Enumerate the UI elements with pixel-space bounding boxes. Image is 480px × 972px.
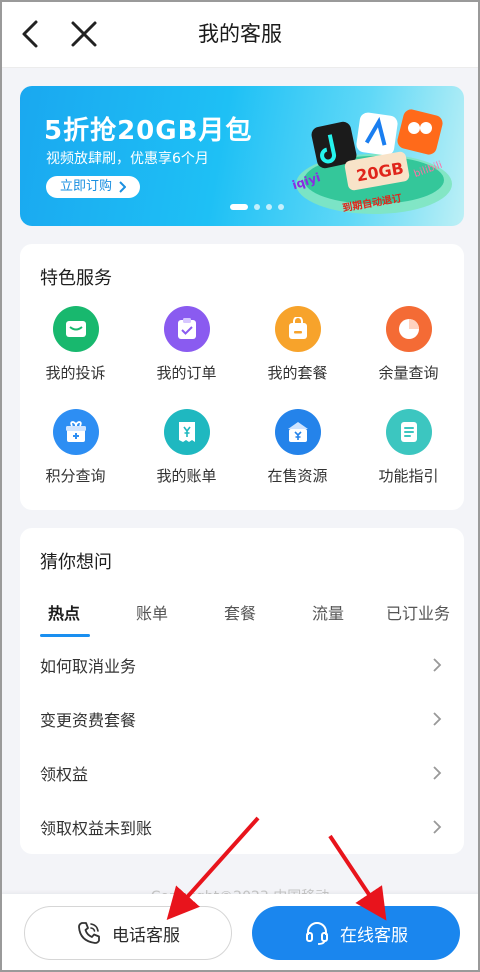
service-label: 功能指引 [378,467,439,485]
service-resources[interactable]: 在售资源 [242,409,353,486]
promo-banner[interactable]: 5折抢20GB月包 视频放肆刷，优惠享6个月 立即订购 20GB iqiyi b… [20,86,464,226]
page-title: 我的客服 [198,22,282,46]
online-service-label: 在线客服 [340,925,408,946]
service-balance[interactable]: 余量查询 [353,306,464,383]
active-tab-indicator [40,634,90,637]
service-label: 我的套餐 [267,364,328,382]
bag-icon [274,306,321,352]
service-label: 我的订单 [156,364,217,382]
service-bill[interactable]: 我的账单 [131,409,242,486]
faq-tabs: 热点 账单 套餐 流量 已订业务 [20,600,464,640]
featured-services-card: 特色服务 我的投诉 我的订单 我的套餐 余量查询 积分查询 我的账单 在售资源 … [20,244,464,510]
tab-subscribed[interactable]: 已订业务 [386,600,450,624]
service-orders[interactable]: 我的订单 [131,306,242,383]
service-plan[interactable]: 我的套餐 [242,306,353,383]
faq-card: 猜你想问 热点 账单 套餐 流量 已订业务 如何取消业务 变更资费套餐 领权益 … [20,528,464,854]
question-text: 如何取消业务 [40,657,137,676]
pie-chart-icon [385,306,432,352]
tab-plan[interactable]: 套餐 [224,600,256,624]
service-label: 余量查询 [378,364,439,382]
tab-data[interactable]: 流量 [312,600,344,624]
service-label: 我的账单 [156,467,217,485]
faq-title: 猜你想问 [40,552,112,573]
bill-icon [163,409,210,455]
service-grid: 我的投诉 我的订单 我的套餐 余量查询 积分查询 我的账单 在售资源 功能指引 [20,306,464,486]
service-points[interactable]: 积分查询 [20,409,131,486]
chevron-right-icon [433,820,442,834]
headset-icon [306,922,328,945]
message-icon [52,306,99,352]
tab-hot[interactable]: 热点 [48,600,80,624]
question-text: 变更资费套餐 [40,711,137,730]
banner-subtitle: 视频放肆刷，优惠享6个月 [46,151,209,167]
shop-icon [274,409,321,455]
service-guide[interactable]: 功能指引 [353,409,464,486]
banner-order-button[interactable]: 立即订购 [46,176,141,198]
online-service-button[interactable]: 在线客服 [252,906,460,960]
pagination-dot[interactable] [230,204,248,210]
order-icon [163,306,210,352]
service-label: 我的投诉 [45,364,106,382]
phone-icon [78,922,100,944]
chevron-right-icon [433,712,442,726]
question-text: 领权益 [40,765,89,784]
question-list: 如何取消业务 变更资费套餐 领权益 领取权益未到账 [20,638,464,854]
top-bar: 我的客服 [0,0,480,68]
gift-icon [52,409,99,455]
banner-illustration: 20GB iqiyi bilibili 到期自动退订 [290,109,452,214]
banner-order-label: 立即订购 [60,179,113,194]
pagination-dot[interactable] [266,204,272,210]
chevron-right-icon [119,181,127,193]
phone-service-button[interactable]: 电话客服 [24,906,232,960]
list-item[interactable]: 如何取消业务 [20,638,464,692]
list-item[interactable]: 领权益 [20,746,464,800]
banner-title: 5折抢20GB月包 [44,116,253,146]
guide-icon [385,409,432,455]
banner-pagination [230,204,284,210]
pagination-dot[interactable] [278,204,284,210]
service-complaint[interactable]: 我的投诉 [20,306,131,383]
featured-title: 特色服务 [40,268,112,289]
service-label: 在售资源 [267,467,328,485]
chevron-right-icon [433,658,442,672]
list-item[interactable]: 变更资费套餐 [20,692,464,746]
list-item[interactable]: 领取权益未到账 [20,800,464,854]
pagination-dot[interactable] [254,204,260,210]
bottom-action-bar: 电话客服 在线客服 [0,894,480,972]
chevron-right-icon [433,766,442,780]
tab-bill[interactable]: 账单 [136,600,168,624]
phone-service-label: 电话客服 [112,925,180,946]
service-label: 积分查询 [45,467,106,485]
question-text: 领取权益未到账 [40,819,153,838]
